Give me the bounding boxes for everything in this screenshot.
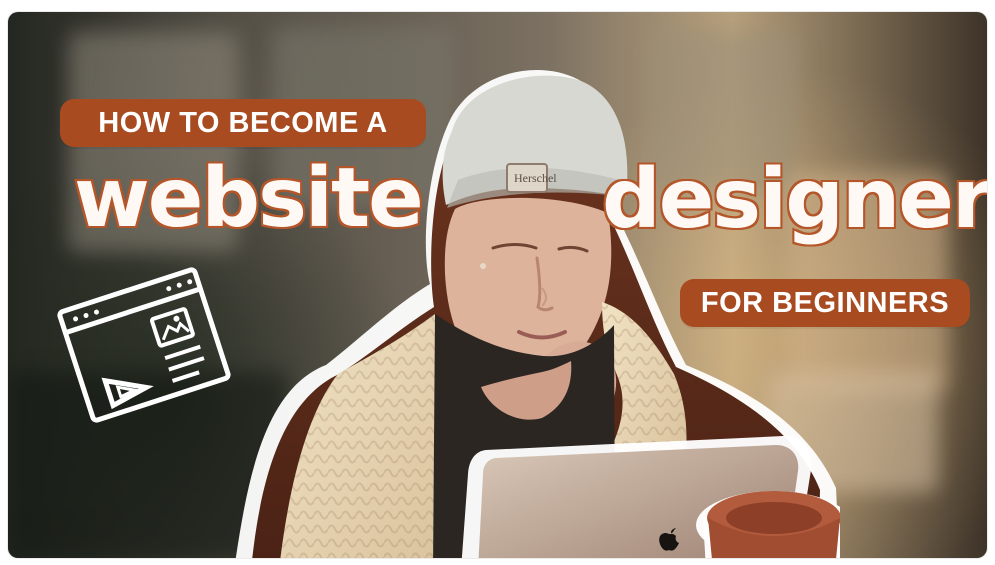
apple-logo-icon	[659, 528, 679, 551]
video-thumbnail[interactable]: Herschel HOW TO BECOME A website designe…	[8, 12, 987, 558]
bottom-label: FOR BEGINNERS	[680, 279, 970, 327]
svg-text:Herschel: Herschel	[514, 171, 557, 185]
left-word: website	[72, 151, 426, 246]
right-word: designer	[600, 152, 987, 247]
top-label: HOW TO BECOME A	[60, 99, 426, 147]
